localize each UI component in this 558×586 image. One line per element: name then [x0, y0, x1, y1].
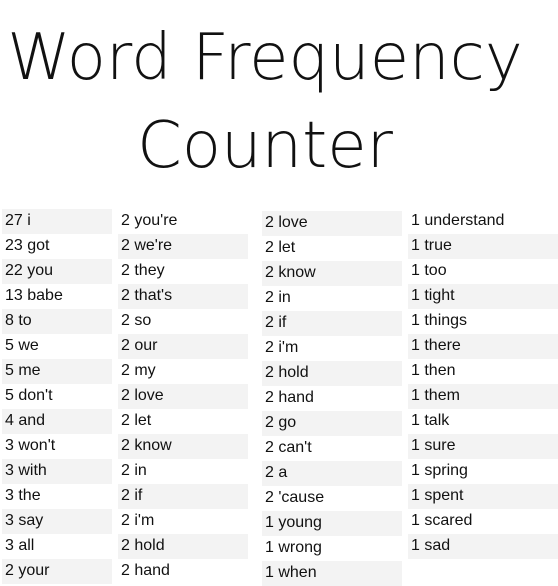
word-frequency-row: 2 i'm — [265, 339, 299, 356]
word-frequency-row: 2 if — [118, 484, 248, 509]
word-frequency-row: 2 know — [262, 261, 402, 286]
word-frequency-row: 1 there — [408, 334, 558, 359]
word-frequency-row: 8 to — [2, 309, 112, 334]
word-frequency-row: 1 them — [408, 384, 558, 409]
word-frequency-row: 2 hold — [262, 361, 402, 386]
word-frequency-row: 3 say — [2, 509, 112, 534]
word-frequency-row: 2 a — [262, 461, 402, 486]
word-column-3: 2 love 2 let 2 know 2 in 2 if 2 i'm 2 hold 2 ha… — [262, 211, 402, 586]
word-frequency-row: 2 can't — [265, 439, 312, 456]
word-column-1: 27 i 23 got 22 you 13 babe 8 to 5 we 5 me 5 don… — [2, 209, 112, 584]
word-frequency-row: 1 sure — [408, 434, 558, 459]
word-frequency-row: 3 won't — [5, 437, 56, 454]
word-frequency-row: 2 that's — [118, 284, 248, 309]
word-frequency-row: 27 i — [2, 209, 112, 234]
page-title: Word Frequency Counter — [0, 14, 530, 190]
word-frequency-row: 3 all — [5, 537, 35, 554]
word-frequency-row: 1 when — [262, 561, 402, 586]
word-frequency-row: 1 too — [411, 262, 447, 279]
word-frequency-row: 2 so — [121, 312, 152, 329]
word-frequency-row: 2 go — [262, 411, 402, 436]
word-frequency-row: 2 i'm — [121, 512, 155, 529]
title-line-1: Word Frequency — [7, 21, 523, 95]
word-frequency-row: 1 true — [408, 234, 558, 259]
word-frequency-row: 1 spring — [411, 462, 468, 479]
word-frequency-row: 1 young — [262, 511, 402, 536]
word-frequency-row: 2 they — [121, 262, 165, 279]
word-frequency-row: 2 you're — [121, 212, 178, 229]
word-frequency-row: 2 if — [262, 311, 402, 336]
word-frequency-row: 3 with — [2, 459, 112, 484]
word-frequency-row: 2 my — [121, 362, 156, 379]
word-frequency-row: 1 tight — [408, 284, 558, 309]
word-frequency-row: 2 hand — [121, 562, 170, 579]
word-frequency-row: 2 love — [118, 384, 248, 409]
word-frequency-row: 2 hold — [118, 534, 248, 559]
word-frequency-row: 3 the — [5, 487, 41, 504]
word-frequency-row: 1 wrong — [265, 539, 322, 556]
word-frequency-row: 1 scared — [411, 512, 473, 529]
word-column-4: 1 understand 1 true 1 too 1 tight 1 things 1 … — [408, 209, 558, 559]
word-frequency-row: 1 talk — [411, 412, 450, 429]
word-frequency-row: 2 hand — [265, 389, 314, 406]
word-frequency-row: 2 'cause — [265, 489, 325, 506]
word-frequency-row: 1 sad — [408, 534, 558, 559]
word-frequency-row: 13 babe — [5, 287, 63, 304]
word-frequency-row: 2 let — [121, 412, 152, 429]
word-frequency-row: 2 in — [121, 462, 147, 479]
word-frequency-row: 1 spent — [408, 484, 558, 509]
title-line-2: Counter — [137, 109, 393, 183]
word-frequency-row: 22 you — [2, 259, 112, 284]
word-frequency-row: 1 then — [411, 362, 456, 379]
word-column-2: 2 you're 2 we're 2 they 2 that's 2 so 2 our 2 … — [118, 209, 248, 584]
word-frequency-row: 2 your — [2, 559, 112, 584]
word-frequency-row: 1 things — [411, 312, 468, 329]
word-frequency-row: 2 love — [262, 211, 402, 236]
word-frequency-row: 2 our — [118, 334, 248, 359]
word-frequency-row: 5 don't — [5, 387, 53, 404]
word-frequency-row: 5 we — [5, 337, 39, 354]
word-frequency-row: 2 we're — [118, 234, 248, 259]
word-frequency-row: 5 me — [2, 359, 112, 384]
word-frequency-row: 2 know — [118, 434, 248, 459]
word-frequency-row: 1 understand — [411, 212, 505, 229]
word-frequency-row: 4 and — [2, 409, 112, 434]
word-frequency-row: 23 got — [5, 237, 50, 254]
word-frequency-row: 2 in — [265, 289, 291, 306]
word-frequency-row: 2 let — [265, 239, 296, 256]
